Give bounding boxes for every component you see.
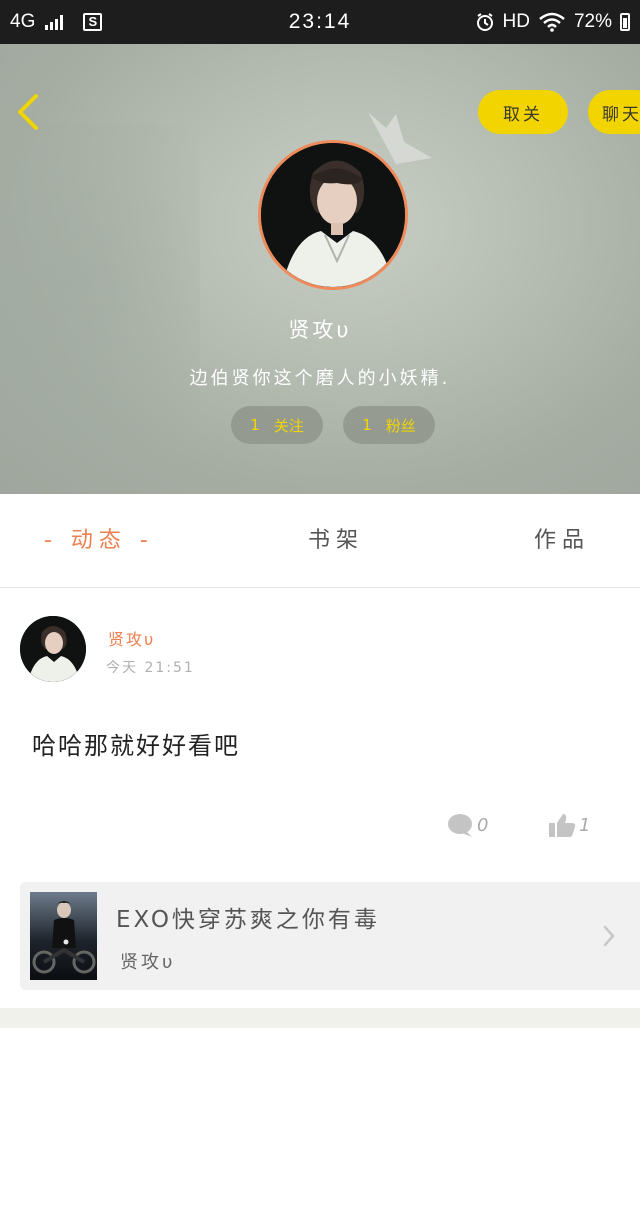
profile-username: 贤攻υ: [288, 318, 352, 342]
tab-works[interactable]: 作品: [534, 522, 590, 554]
tab-feed[interactable]: - 动态 -: [44, 522, 154, 554]
alarm-icon: [476, 13, 493, 31]
profile-header: 取关 聊天 贤攻υ 边伯贤你这个磨人的小妖精. 1 关注 1 粉丝: [0, 44, 640, 494]
network-type: 4G: [10, 11, 36, 32]
post-avatar-photo: [20, 616, 86, 682]
profile-tabs: - 动态 - 书架 作品: [0, 494, 640, 588]
post-timestamp: 今天 21:51: [106, 660, 195, 676]
wifi-icon: [539, 12, 565, 32]
book-title: EXO快穿苏爽之你有毒: [116, 907, 380, 933]
avatar-photo: [261, 143, 405, 287]
chat-button[interactable]: 聊天: [588, 90, 640, 134]
book-author: 贤攻υ: [120, 952, 176, 973]
status-bar: 4G S 23:14 HD 72%: [0, 0, 640, 44]
following-stat[interactable]: 1 关注: [231, 406, 323, 444]
book-card[interactable]: EXO快穿苏爽之你有毒 贤攻υ: [20, 882, 640, 990]
book-cover: [30, 892, 97, 980]
back-arrow-icon[interactable]: [12, 90, 46, 134]
comment-icon: [448, 814, 472, 837]
chevron-right-icon: [603, 925, 615, 947]
comment-count: 0: [477, 814, 489, 836]
battery-percent: 72%: [573, 11, 612, 32]
fans-count: 1: [362, 416, 372, 434]
hd-indicator: HD: [502, 11, 530, 32]
section-divider: [0, 1008, 640, 1028]
signal-icon: [45, 14, 64, 30]
following-label: 关注: [273, 416, 304, 435]
tab-bookshelf[interactable]: 书架: [308, 522, 364, 554]
book-cover-art: [32, 901, 96, 974]
fans-stat[interactable]: 1 粉丝: [343, 406, 435, 444]
post-author-name[interactable]: 贤攻υ: [108, 626, 155, 650]
like-count: 1: [579, 814, 591, 836]
thumbs-up-icon: [549, 814, 576, 837]
app-notification-icon: S: [83, 13, 103, 31]
post-content: 哈哈那就好好看吧: [32, 732, 240, 760]
post-avatar[interactable]: [20, 616, 86, 682]
profile-bio: 边伯贤你这个磨人的小妖精.: [189, 368, 451, 389]
status-left: 4G S: [10, 11, 103, 33]
comment-button[interactable]: 0: [446, 812, 488, 838]
status-right: HD 72%: [475, 11, 630, 33]
following-count: 1: [250, 416, 260, 434]
battery-icon: [620, 13, 630, 31]
like-button[interactable]: 1: [548, 812, 590, 838]
fans-label: 粉丝: [385, 416, 416, 435]
profile-avatar[interactable]: [258, 140, 408, 290]
unfollow-button[interactable]: 取关: [478, 90, 568, 134]
